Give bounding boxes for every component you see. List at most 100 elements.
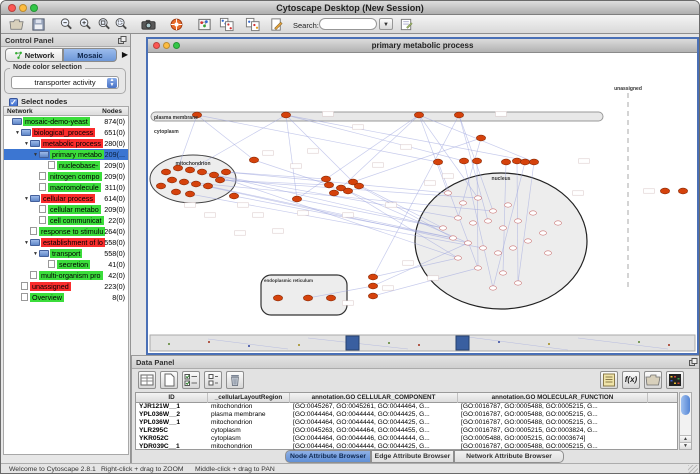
network-node[interactable] — [249, 157, 258, 163]
network-node[interactable] — [490, 209, 497, 213]
network-node[interactable] — [368, 283, 377, 289]
table-scrollbar[interactable]: ▲ ▼ — [679, 392, 692, 450]
tree-row[interactable]: secretion41(0) — [4, 259, 128, 270]
formula-builder-icon[interactable]: f(x) — [622, 371, 640, 389]
save-session-icon[interactable] — [31, 17, 46, 32]
annotation-icon[interactable] — [269, 17, 284, 32]
network-node[interactable] — [321, 176, 330, 182]
network-node[interactable] — [329, 190, 338, 196]
network-node[interactable] — [515, 219, 522, 223]
network-node[interactable] — [475, 196, 482, 200]
network-node[interactable] — [343, 188, 352, 194]
table-row[interactable]: YPL036W__2plasma membrane[GO:0044464, GO… — [136, 411, 677, 419]
tree-row[interactable]: response to stimulu264(0) — [4, 226, 128, 237]
network-node[interactable] — [179, 179, 188, 185]
network-node[interactable] — [203, 183, 212, 189]
network-node[interactable] — [433, 159, 442, 165]
network-node[interactable] — [454, 112, 463, 118]
network-node[interactable] — [185, 167, 194, 173]
network-node[interactable] — [500, 271, 507, 275]
network-node[interactable] — [520, 159, 529, 165]
tab-node-attribute-browser[interactable]: Node Attribute Browser — [285, 450, 371, 463]
network-node[interactable] — [171, 189, 180, 195]
minimize-button[interactable] — [19, 4, 27, 12]
network-node[interactable] — [292, 196, 301, 202]
open-session-icon[interactable] — [9, 17, 24, 32]
node-color-dropdown[interactable]: transporter activity ▲▼ — [11, 76, 119, 89]
network-node[interactable] — [525, 239, 532, 243]
network-node[interactable] — [505, 203, 512, 207]
network-node[interactable] — [495, 251, 502, 255]
select-attributes-icon[interactable] — [138, 371, 156, 389]
attribute-batch-edit-icon[interactable] — [182, 371, 200, 389]
network-node[interactable] — [460, 201, 467, 205]
zoom-out-icon[interactable] — [59, 17, 74, 32]
network-node[interactable] — [445, 191, 452, 195]
network-node[interactable] — [324, 182, 333, 188]
network-node[interactable] — [678, 188, 687, 194]
network-node[interactable] — [161, 169, 170, 175]
tree-row[interactable]: Overview8(0) — [4, 292, 128, 303]
network-node[interactable] — [191, 181, 200, 187]
zoom-button[interactable] — [30, 4, 38, 12]
tree-row[interactable]: ▼establishment of lo558(0) — [4, 237, 128, 248]
attribute-matrix-icon[interactable] — [666, 371, 684, 389]
network-node[interactable] — [465, 241, 472, 245]
search-dropdown-button[interactable]: ▼ — [379, 18, 393, 30]
network-node[interactable] — [455, 216, 462, 220]
merge-attributes-icon[interactable] — [245, 17, 260, 32]
tree-row[interactable]: macromolecule311(0) — [4, 182, 128, 193]
network-node[interactable] — [455, 256, 462, 260]
network-node[interactable] — [500, 226, 507, 230]
network-node[interactable] — [273, 295, 282, 301]
zoom-selected-icon[interactable] — [114, 17, 129, 32]
network-node[interactable] — [545, 251, 552, 255]
network-node[interactable] — [450, 236, 457, 240]
network-node[interactable] — [470, 221, 477, 225]
network-node[interactable] — [515, 281, 522, 285]
tab-network[interactable]: Network — [5, 48, 63, 62]
network-node[interactable] — [326, 295, 335, 301]
delete-attribute-icon[interactable] — [226, 371, 244, 389]
column-header[interactable]: annotation.GO CELLULAR_COMPONENT — [290, 393, 458, 403]
help-icon[interactable] — [169, 17, 184, 32]
scroll-down-arrow[interactable]: ▼ — [680, 442, 691, 449]
network-node[interactable] — [555, 221, 562, 225]
tree-row[interactable]: ▼transport558(0) — [4, 248, 128, 259]
resize-grip[interactable] — [688, 465, 698, 474]
network-node[interactable] — [215, 177, 224, 183]
data-panel-float-icon[interactable] — [689, 358, 698, 367]
network-node[interactable] — [459, 158, 468, 164]
table-row[interactable]: YJR121W__1mitochondrion[GO:0045267, GO:0… — [136, 403, 677, 411]
tree-row[interactable]: ▼cellular process614(0) — [4, 193, 128, 204]
view-close-button[interactable] — [153, 42, 160, 49]
import-attributes-icon[interactable] — [644, 371, 662, 389]
network-node[interactable] — [368, 293, 377, 299]
network-node[interactable] — [660, 188, 669, 194]
network-node[interactable] — [530, 211, 537, 215]
network-node[interactable] — [156, 183, 165, 189]
attribute-select-icon[interactable] — [204, 371, 222, 389]
network-node[interactable] — [501, 159, 510, 165]
network-node[interactable] — [485, 219, 492, 223]
network-node[interactable] — [368, 274, 377, 280]
tree-row[interactable]: mosaic-demo-yeast874(0) — [4, 116, 128, 127]
close-button[interactable] — [8, 4, 16, 12]
tab-mosaic[interactable]: Mosaic — [63, 48, 117, 62]
table-row[interactable]: YPL036W__1mitochondrion[GO:0044464, GO:0… — [136, 419, 677, 427]
view-zoom-button[interactable] — [173, 42, 180, 49]
scroll-up-arrow[interactable]: ▲ — [680, 435, 691, 442]
network-canvas[interactable]: plasma membranecytoplasmmitochondrionnuc… — [148, 53, 697, 353]
column-header[interactable]: ID — [136, 393, 208, 403]
tree-row[interactable]: ▼biological_process651(0) — [4, 127, 128, 138]
table-row[interactable]: YLR295Ccytoplasm[GO:0045263, GO:0044464,… — [136, 427, 677, 435]
network-node[interactable] — [303, 295, 312, 301]
merge-networks-icon[interactable] — [219, 17, 234, 32]
tree-row[interactable]: multi-organism pro42(0) — [4, 270, 128, 281]
tree-row[interactable]: nitrogen compo209(0) — [4, 171, 128, 182]
network-node[interactable] — [512, 158, 521, 164]
network-node[interactable] — [510, 246, 517, 250]
search-input[interactable] — [319, 18, 377, 30]
network-node[interactable] — [529, 159, 538, 165]
view-minimize-button[interactable] — [163, 42, 170, 49]
